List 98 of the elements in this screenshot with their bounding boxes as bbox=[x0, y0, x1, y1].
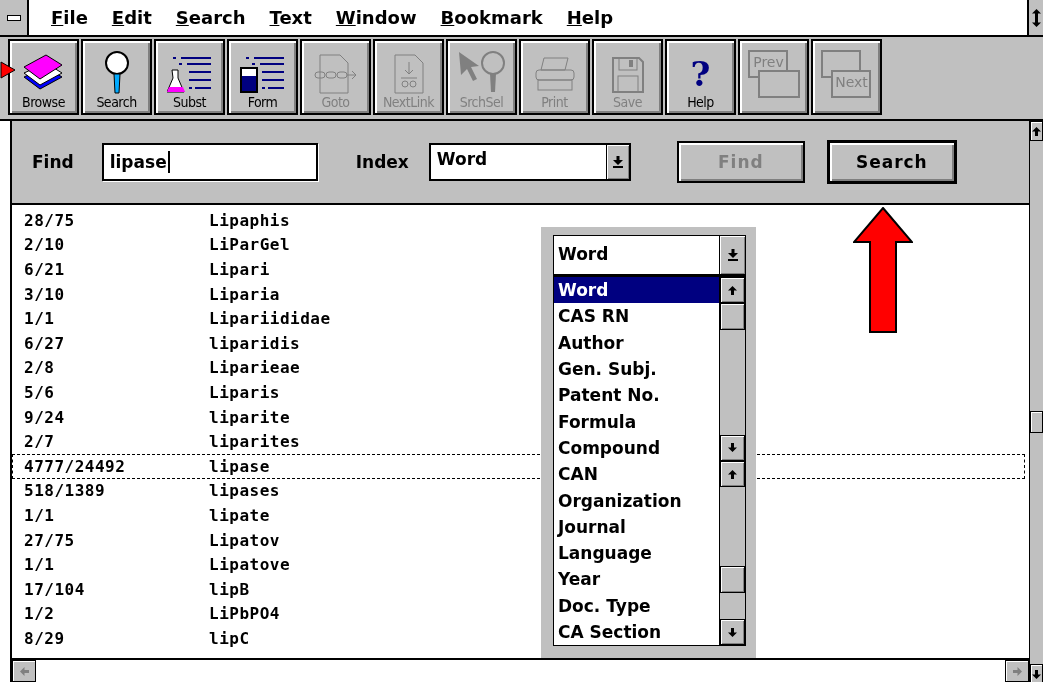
index-term[interactable]: liparite bbox=[209, 407, 291, 427]
scroll-arrow-button[interactable] bbox=[1030, 121, 1043, 141]
menu-item[interactable]: Window bbox=[323, 7, 429, 28]
dropdown-option[interactable]: CAS RN bbox=[554, 303, 719, 330]
dropdown-arrow-icon bbox=[727, 249, 738, 261]
dropdown-option[interactable]: Gen. Subj. bbox=[554, 355, 719, 383]
hit-count: 8/29 bbox=[23, 628, 66, 648]
document-arrow-icon bbox=[392, 54, 425, 94]
index-term[interactable]: LiParGel bbox=[209, 235, 291, 255]
search-button[interactable]: Search bbox=[826, 140, 957, 184]
hit-count: 1/1 bbox=[23, 505, 56, 525]
index-term[interactable]: LiPbPO4 bbox=[209, 604, 280, 624]
flask-list-icon bbox=[166, 56, 213, 94]
index-term[interactable]: Lipaphis bbox=[209, 210, 291, 230]
scroll-arrow-button[interactable] bbox=[1005, 660, 1029, 682]
menu-item[interactable]: Help bbox=[554, 7, 626, 28]
dropdown-option[interactable]: Compound bbox=[554, 434, 719, 462]
beaker-list-icon bbox=[239, 56, 286, 94]
dropdown-option[interactable]: Year bbox=[554, 566, 719, 593]
scroll-arrow-button[interactable] bbox=[720, 277, 745, 304]
dropdown-option[interactable]: Patent No. bbox=[554, 382, 719, 409]
index-term[interactable]: Lipariididae bbox=[209, 309, 331, 329]
restore-button[interactable] bbox=[1027, 0, 1043, 35]
dropdown-option[interactable]: Formula bbox=[554, 408, 719, 435]
document-chain-icon bbox=[313, 54, 358, 94]
question-mark-icon: ? bbox=[690, 54, 711, 94]
menu-item[interactable]: Search bbox=[163, 7, 258, 28]
hit-count: 2/8 bbox=[23, 358, 56, 378]
dropdown-option[interactable]: Word bbox=[554, 277, 719, 304]
hit-count: 1/2 bbox=[23, 604, 56, 624]
index-term[interactable]: lipate bbox=[209, 505, 270, 525]
index-term[interactable]: lipases bbox=[209, 481, 280, 501]
arrow-icon bbox=[728, 469, 737, 479]
find-label: Find bbox=[32, 152, 74, 172]
menu-item[interactable]: Edit bbox=[99, 7, 164, 28]
index-term[interactable]: Lipari bbox=[209, 260, 270, 279]
hit-count: 17/104 bbox=[23, 579, 86, 599]
hit-count: 3/10 bbox=[23, 284, 66, 304]
index-term[interactable]: lipC bbox=[209, 628, 250, 648]
hit-count: 2/7 bbox=[23, 432, 56, 452]
toolbar-button[interactable]: ? Help bbox=[665, 39, 736, 115]
arrow-icon bbox=[728, 627, 737, 637]
hit-count: 28/75 bbox=[23, 210, 76, 230]
next-label: Next bbox=[830, 70, 871, 98]
hit-count: 6/21 bbox=[23, 260, 66, 279]
toolbar-button[interactable]: Search bbox=[81, 39, 152, 115]
menu-item[interactable]: File bbox=[39, 7, 100, 28]
arrow-icon bbox=[728, 443, 737, 453]
dropdown-option[interactable]: Organization bbox=[554, 487, 719, 514]
index-term[interactable]: Liparieae bbox=[209, 358, 301, 378]
index-term[interactable]: Liparia bbox=[209, 284, 280, 304]
dropdown-option[interactable]: CAN bbox=[554, 461, 719, 488]
printer-icon bbox=[533, 56, 576, 94]
scroll-thumb[interactable] bbox=[720, 303, 745, 330]
menu-item[interactable]: Text bbox=[257, 7, 324, 28]
hit-count: 4777/24492 bbox=[23, 456, 127, 476]
index-term[interactable]: liparites bbox=[209, 432, 301, 452]
hit-count: 6/27 bbox=[23, 333, 66, 353]
index-term[interactable]: lipase bbox=[209, 456, 270, 476]
menu-item[interactable]: Bookmark bbox=[428, 7, 555, 28]
dropdown-option[interactable]: Language bbox=[554, 539, 719, 567]
dropdown-option[interactable]: CA Section bbox=[554, 618, 719, 646]
dropdown-option[interactable]: Journal bbox=[554, 513, 719, 540]
hit-count: 27/75 bbox=[23, 530, 76, 550]
scroll-thumb[interactable] bbox=[1030, 411, 1043, 433]
hit-count: 2/10 bbox=[23, 235, 66, 255]
dropdown-arrow-icon bbox=[612, 156, 623, 168]
scroll-arrow-button[interactable] bbox=[720, 434, 745, 462]
index-term[interactable]: Liparis bbox=[209, 382, 280, 402]
pointer-magnifier-icon bbox=[456, 50, 507, 94]
find-field[interactable]: lipase bbox=[101, 143, 318, 181]
window-outline-icon bbox=[757, 70, 800, 98]
hit-count: 518/1389 bbox=[23, 481, 107, 501]
index-term[interactable]: lipB bbox=[209, 579, 250, 599]
hit-count: 9/24 bbox=[23, 407, 66, 427]
system-menu-button[interactable] bbox=[0, 0, 29, 35]
scroll-arrow-button[interactable] bbox=[720, 618, 745, 646]
index-term[interactable]: Lipatov bbox=[209, 530, 280, 550]
scroll-arrow-button[interactable] bbox=[12, 660, 36, 682]
index-label: Index bbox=[355, 152, 409, 172]
index-term[interactable]: liparidis bbox=[209, 333, 301, 353]
scroll-arrow-button[interactable] bbox=[1030, 664, 1043, 682]
index-dropdown[interactable]: Word bbox=[553, 235, 746, 275]
arrow-icon bbox=[1032, 126, 1041, 136]
toolbar-button[interactable]: Browse bbox=[8, 39, 79, 115]
toolbar-button[interactable]: Subst bbox=[154, 39, 225, 115]
hit-count: 1/1 bbox=[23, 555, 56, 575]
scroll-arrow-button[interactable] bbox=[720, 461, 745, 488]
arrow-icon bbox=[728, 285, 737, 295]
index-term[interactable]: Lipatove bbox=[209, 555, 291, 575]
hit-count: 1/1 bbox=[23, 309, 56, 329]
arrow-icon bbox=[19, 666, 29, 676]
index-dropdown[interactable]: Word bbox=[428, 143, 631, 181]
dropdown-option[interactable]: Doc. Type bbox=[554, 592, 719, 619]
toolbar-button[interactable]: Form bbox=[227, 39, 298, 115]
scroll-thumb[interactable] bbox=[720, 566, 745, 593]
hit-count: 5/6 bbox=[23, 382, 56, 402]
dropdown-option[interactable]: Author bbox=[554, 329, 719, 356]
